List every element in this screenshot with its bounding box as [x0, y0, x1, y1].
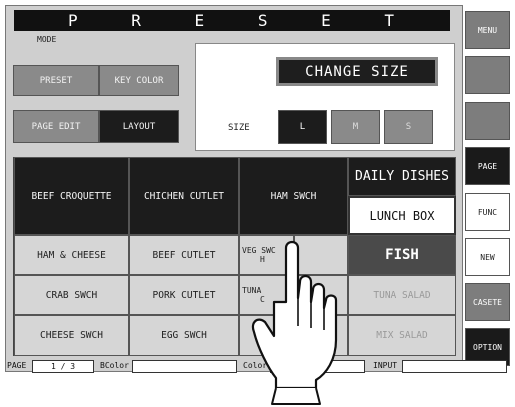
size-small-button[interactable]: S [384, 110, 433, 144]
side-blank-button-1[interactable] [465, 56, 510, 94]
layout-mode-button[interactable]: LAYOUT [99, 110, 179, 143]
menu-button[interactable]: MENU [465, 11, 510, 49]
preset-mode-button[interactable]: PRESET [13, 65, 99, 96]
preset-key-mix-salad[interactable]: MIX SALAD [348, 315, 456, 356]
casete-button[interactable]: CASETE [465, 283, 510, 321]
page-edit-mode-button[interactable]: PAGE EDIT [13, 110, 99, 143]
size-large-button[interactable]: L [278, 110, 327, 144]
func-button[interactable]: FUNC [465, 193, 510, 231]
key-color-mode-button[interactable]: KEY COLOR [99, 65, 179, 96]
preset-key-fish[interactable]: FISH [348, 235, 456, 275]
size-label: SIZE [228, 123, 250, 133]
preset-key-pork-cutlet[interactable]: PORK CUTLET [129, 275, 239, 315]
page-label: PAGE [7, 361, 27, 370]
side-blank-button-2[interactable] [465, 102, 510, 140]
preset-key-chichen-cutlet[interactable]: CHICHEN CUTLET [129, 157, 239, 235]
page-button[interactable]: PAGE [465, 147, 510, 185]
preset-key-tuna-salad[interactable]: TUNA SALAD [348, 275, 456, 315]
change-size-button[interactable]: CHANGE SIZE [276, 57, 438, 86]
input-field [402, 360, 507, 373]
preset-key-beef-croquette[interactable]: BEEF CROQUETTE [14, 157, 129, 235]
pointing-hand-icon [251, 240, 338, 405]
preset-key-cheese-swch[interactable]: CHEESE SWCH [14, 315, 129, 356]
preset-key-egg-swch[interactable]: EGG SWCH [129, 315, 239, 356]
preset-key-ham-swch[interactable]: HAM SWCH [239, 157, 348, 235]
size-medium-button[interactable]: M [331, 110, 380, 144]
new-button[interactable]: NEW [465, 238, 510, 276]
input-label: INPUT [373, 361, 398, 370]
preset-key-crab-swch[interactable]: CRAB SWCH [14, 275, 129, 315]
bcolor-label: BColor [100, 361, 129, 370]
preset-key-lunch-box[interactable]: LUNCH BOX [348, 196, 456, 235]
page-title: P R E S E T [14, 10, 450, 31]
preset-key-ham-cheese[interactable]: HAM & CHEESE [14, 235, 129, 275]
page-indicator: 1 / 3 [32, 360, 94, 373]
preset-key-beef-cutlet[interactable]: BEEF CUTLET [129, 235, 239, 275]
preset-key-daily-dishes[interactable]: DAILY DISHES [348, 157, 456, 196]
mode-label: MODE [37, 35, 57, 44]
bcolor-field [132, 360, 237, 373]
